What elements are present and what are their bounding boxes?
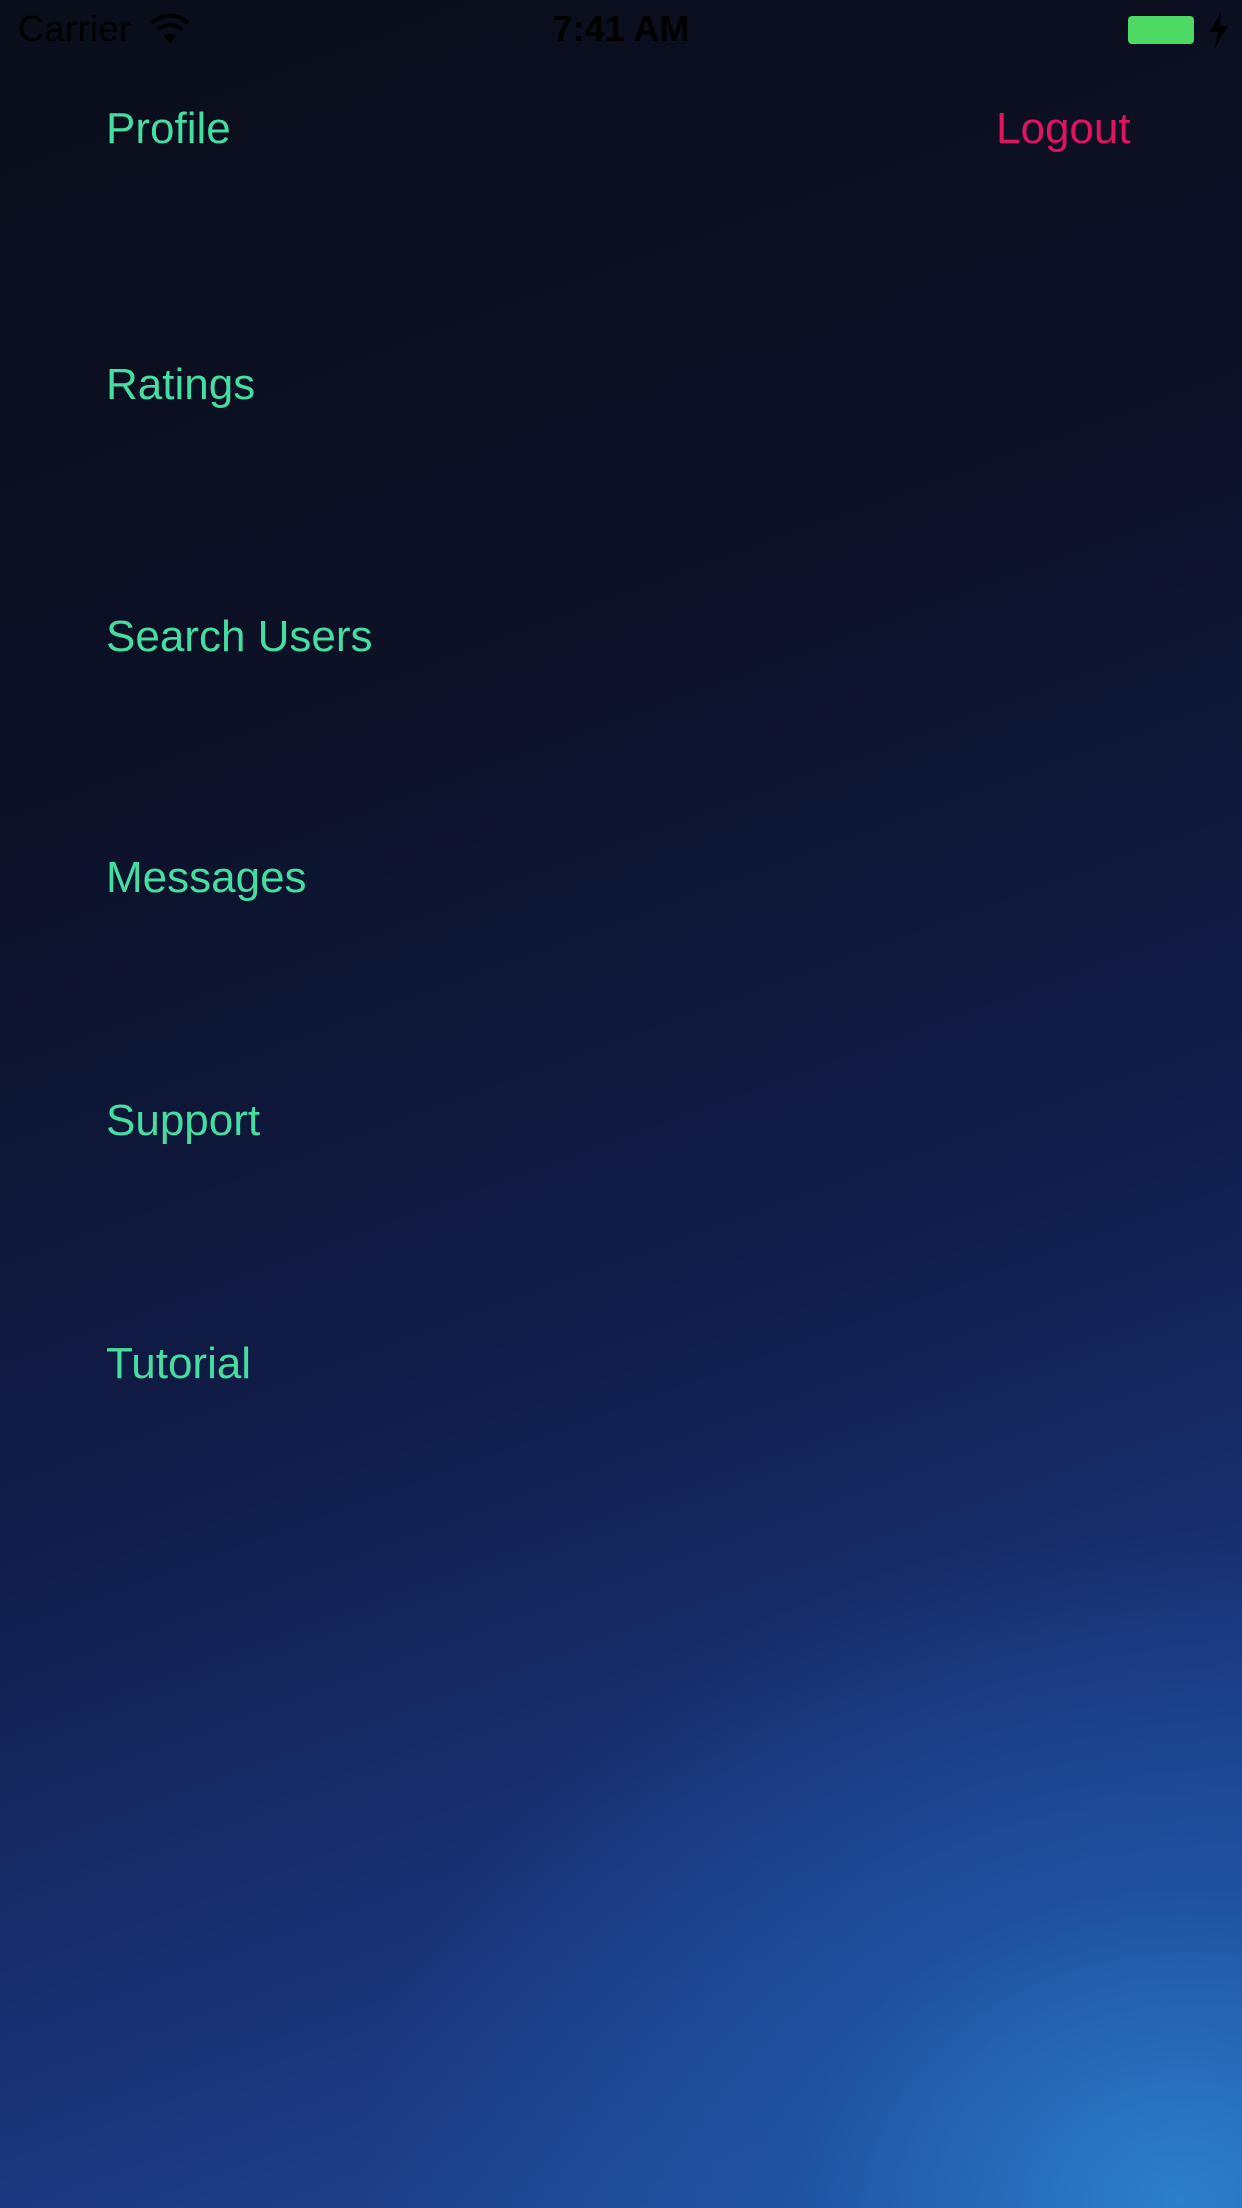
menu-item-tutorial[interactable]: Tutorial bbox=[106, 1339, 251, 1389]
battery-icon bbox=[1128, 16, 1194, 44]
menu-item-search-users[interactable]: Search Users bbox=[106, 612, 373, 662]
charging-bolt-icon bbox=[1210, 12, 1228, 48]
menu-item-ratings[interactable]: Ratings bbox=[106, 360, 255, 410]
profile-link[interactable]: Profile bbox=[106, 104, 231, 154]
logout-link[interactable]: Logout bbox=[996, 104, 1131, 154]
status-bar: Carrier 7:41 AM bbox=[0, 0, 1242, 60]
status-time: 7:41 AM bbox=[552, 8, 690, 49]
menu-item-messages[interactable]: Messages bbox=[106, 853, 307, 903]
menu-item-support[interactable]: Support bbox=[106, 1096, 260, 1146]
